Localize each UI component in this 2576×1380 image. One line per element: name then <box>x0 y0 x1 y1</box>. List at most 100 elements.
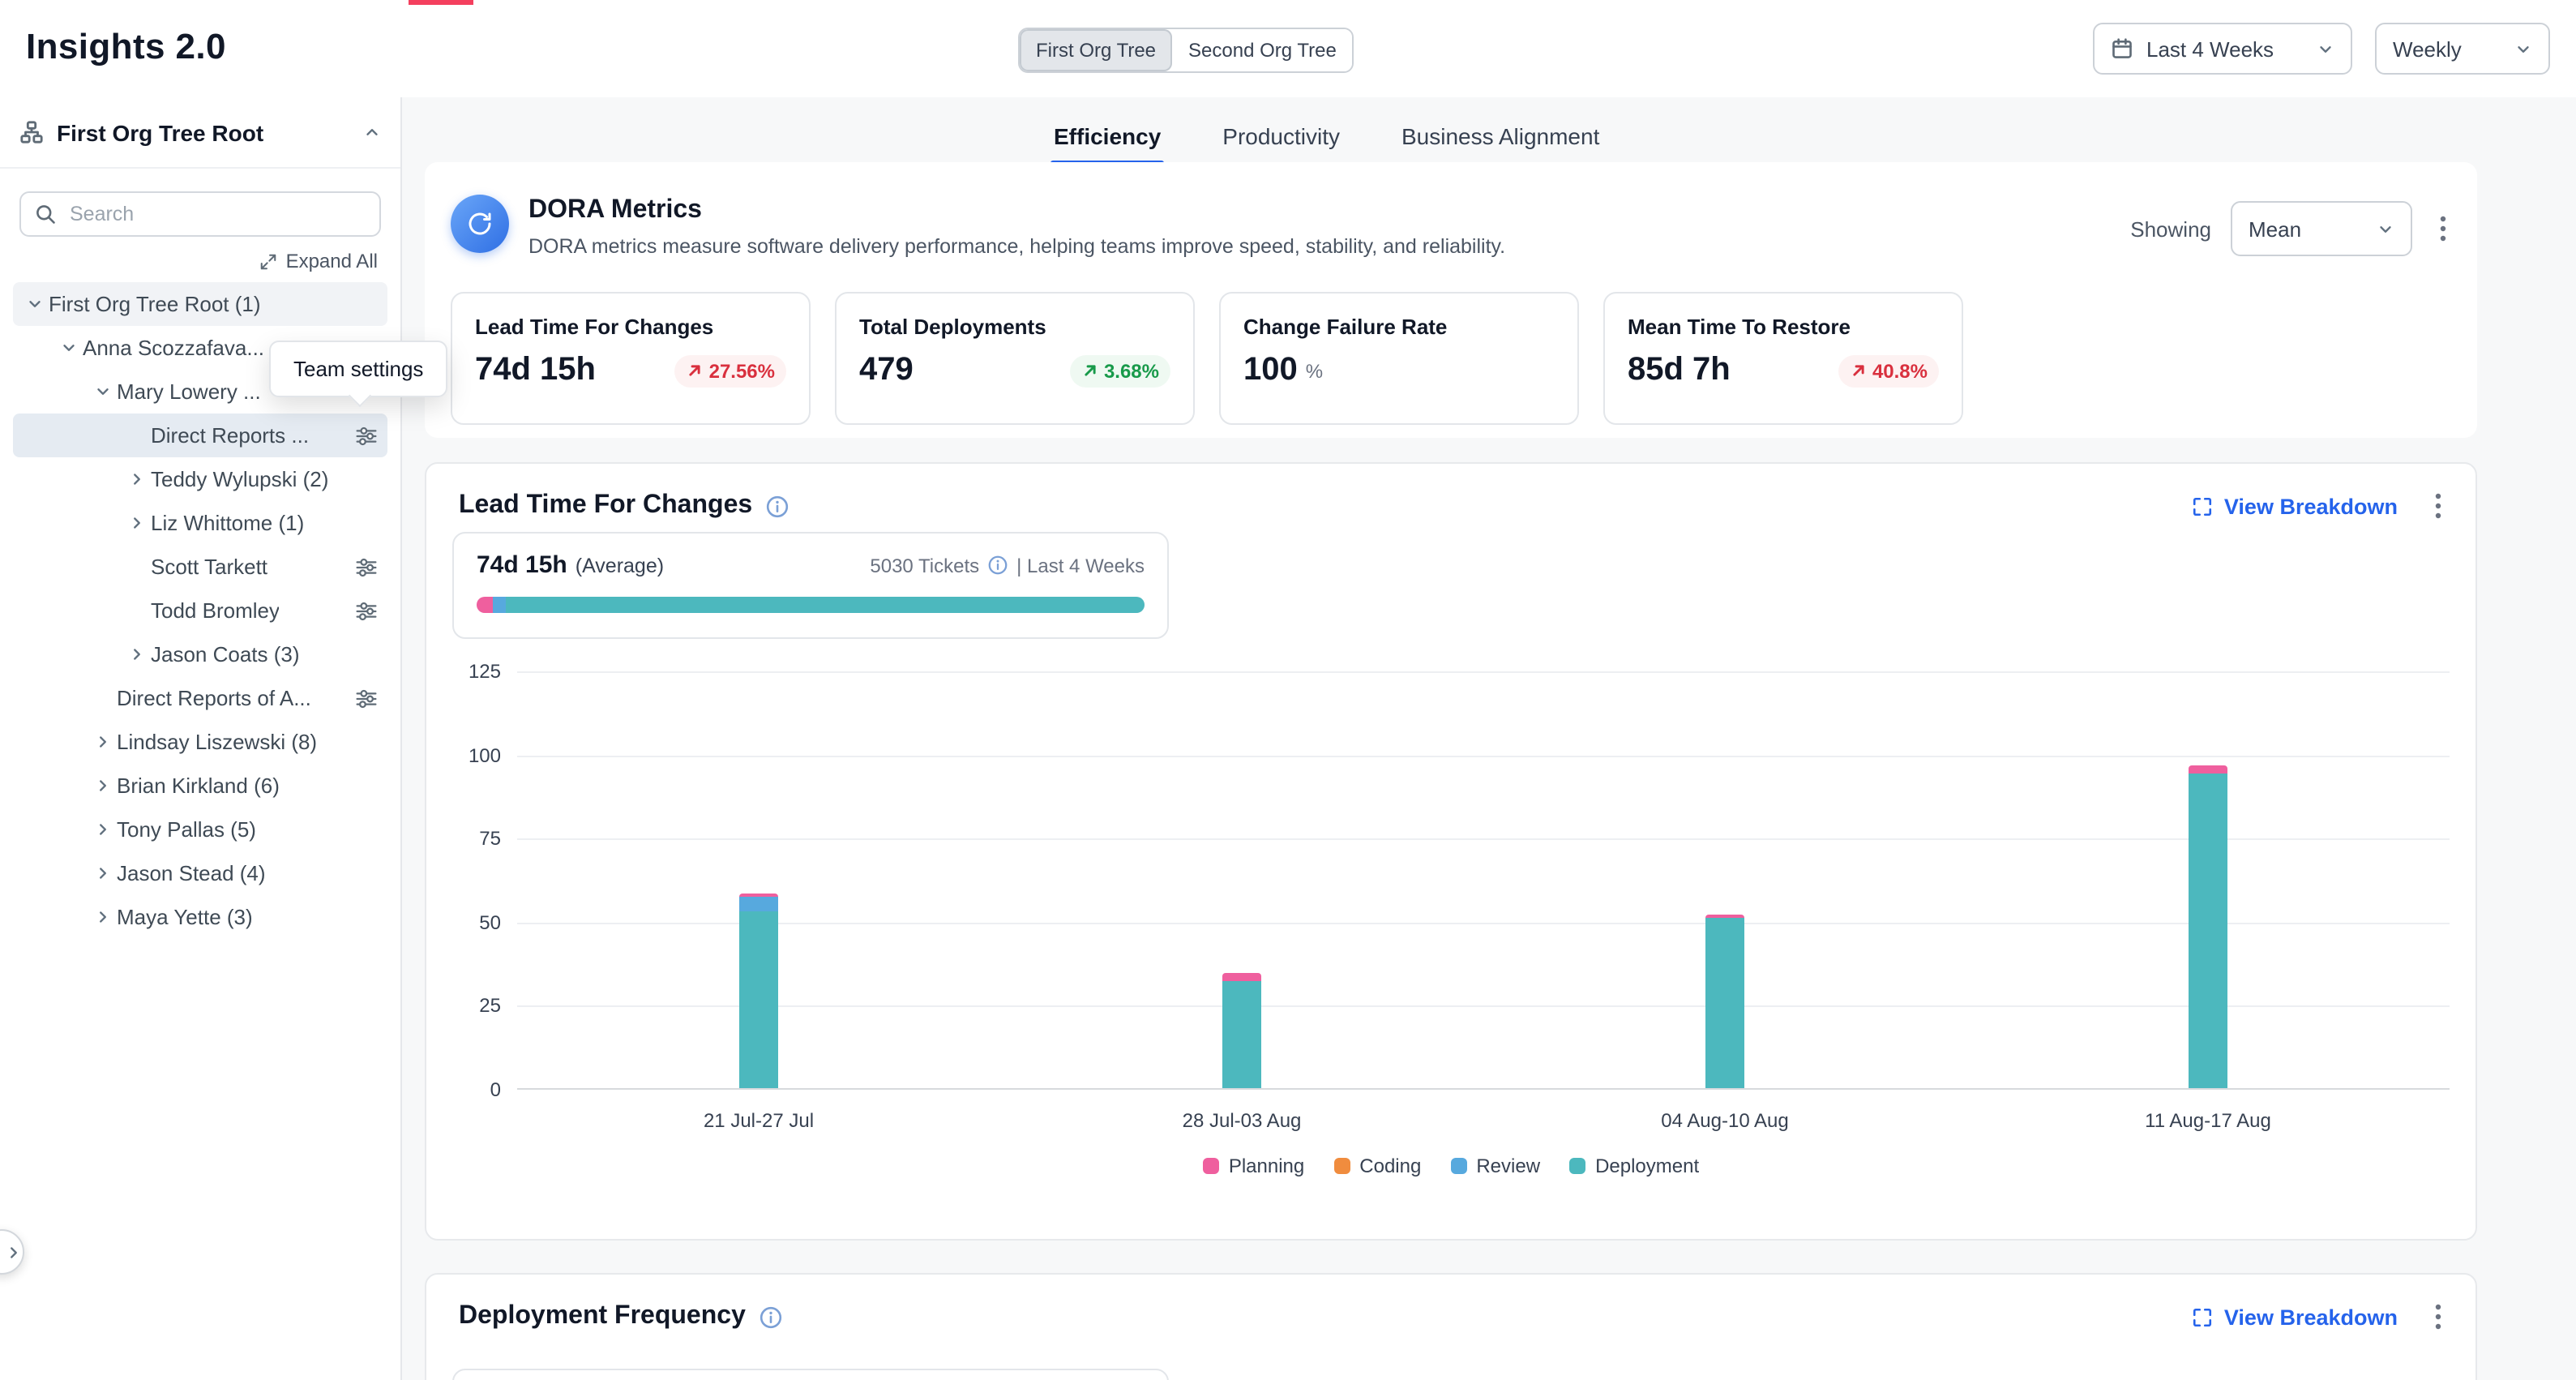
legend-deployment: Deployment <box>1569 1155 1699 1177</box>
tree-item-liz-whittome-1[interactable]: Liz Whittome (1) <box>13 501 387 545</box>
expand-all-button[interactable]: Expand All <box>260 250 378 272</box>
chevron-down-icon[interactable] <box>53 339 83 357</box>
tab-efficiency[interactable]: Efficiency <box>1051 114 1164 165</box>
legend-swatch <box>1450 1158 1466 1174</box>
chevron-right-icon[interactable] <box>88 733 117 751</box>
chevron-down-icon[interactable] <box>19 295 49 313</box>
insights-app: Insights 2.0 First Org Tree Second Org T… <box>0 0 2576 1380</box>
chevron-right-icon <box>5 1243 23 1261</box>
calendar-icon <box>2111 37 2133 60</box>
info-icon[interactable] <box>759 1305 783 1329</box>
lead-time-summary-card: 74d 15h (Average) 5030 Tickets | Last 4 … <box>452 532 1169 639</box>
chart-legend: Planning Coding Review Deployment <box>452 1155 2450 1177</box>
chevron-down-icon <box>2514 40 2532 58</box>
tree-item-jason-coats-3[interactable]: Jason Coats (3) <box>13 632 387 676</box>
tree-item-direct-reports-of-a[interactable]: Direct Reports of A... <box>13 676 387 720</box>
y-tick-0: 0 <box>490 1078 501 1101</box>
y-tick-25: 25 <box>479 995 501 1018</box>
info-icon[interactable] <box>987 555 1008 576</box>
legend-planning: Planning <box>1203 1155 1304 1177</box>
deployment-view-breakdown[interactable]: View Breakdown <box>2192 1305 2398 1329</box>
distribution-review <box>493 597 506 613</box>
bar-21-jul-27-jul-review[interactable] <box>739 898 778 911</box>
metric-unit: % <box>1306 359 1323 382</box>
tree-item-label: Tony Pallas (5) <box>117 817 256 842</box>
main-content: Efficiency Productivity Business Alignme… <box>402 97 2576 1380</box>
bar-11-aug-17-aug-planning[interactable] <box>2189 765 2227 774</box>
metric-delta-badge: 27.56% <box>675 354 786 387</box>
search-icon <box>34 203 57 225</box>
bar-28-jul-03-aug-deployment[interactable] <box>1222 981 1261 1088</box>
metric-title: Change Failure Rate <box>1243 315 1555 339</box>
search-input[interactable] <box>19 191 381 237</box>
tree-item-direct-reports[interactable]: Direct Reports ... <box>13 414 387 457</box>
tree-item-teddy-wylupski-2[interactable]: Teddy Wylupski (2) <box>13 457 387 501</box>
metric-value: 100 <box>1243 352 1298 389</box>
trend-up-arrow-icon <box>687 362 704 379</box>
main-tabs: Efficiency Productivity Business Alignme… <box>1051 114 1603 165</box>
metric-value: 74d 15h <box>475 352 596 389</box>
lead-time-menu-button[interactable] <box>2427 490 2450 522</box>
chevron-right-icon[interactable] <box>88 864 117 882</box>
legend-label: Review <box>1476 1155 1540 1177</box>
dora-icon <box>451 195 509 253</box>
info-icon[interactable] <box>765 494 789 518</box>
metric-title: Total Deployments <box>859 315 1170 339</box>
metric-delta-badge: 40.8% <box>1838 354 1939 387</box>
bar-21-jul-27-jul-deployment[interactable] <box>739 911 778 1088</box>
tree-item-label: Teddy Wylupski (2) <box>151 467 328 491</box>
chevron-right-icon[interactable] <box>122 514 151 532</box>
granularity-select[interactable]: Weekly <box>2375 23 2550 75</box>
team-settings-icon[interactable] <box>355 555 387 578</box>
chevron-right-icon[interactable] <box>122 645 151 663</box>
y-tick-50: 50 <box>479 911 501 934</box>
team-settings-icon[interactable] <box>355 424 387 447</box>
tree-item-maya-yette-3[interactable]: Maya Yette (3) <box>13 895 387 939</box>
metric-title: Mean Time To Restore <box>1628 315 1939 339</box>
tree-item-first-org-tree-root-1[interactable]: First Org Tree Root (1) <box>13 282 387 326</box>
team-settings-icon[interactable] <box>355 687 387 709</box>
chevron-right-icon[interactable] <box>122 470 151 488</box>
chevron-right-icon[interactable] <box>88 821 117 838</box>
toggle-first-org-tree[interactable]: First Org Tree <box>1020 29 1172 71</box>
aggregation-select[interactable]: Mean <box>2231 201 2412 256</box>
collapse-panel-icon[interactable] <box>363 123 381 141</box>
legend-review: Review <box>1450 1155 1540 1177</box>
tree-item-label: Jason Stead (4) <box>117 861 266 885</box>
tree-item-label: Mary Lowery ... <box>117 379 261 404</box>
vertical-ellipsis-icon <box>2435 1304 2441 1330</box>
bar-28-jul-03-aug-planning[interactable] <box>1222 973 1261 981</box>
chevron-down-icon[interactable] <box>88 383 117 401</box>
org-tree-sidebar: First Org Tree Root Expand All First Org… <box>0 97 402 1380</box>
tree-item-tony-pallas-5[interactable]: Tony Pallas (5) <box>13 808 387 851</box>
expand-corners-icon <box>2192 495 2213 516</box>
summary-suffix: (Average) <box>576 554 664 576</box>
deployment-menu-button[interactable] <box>2427 1301 2450 1333</box>
legend-swatch <box>1203 1158 1219 1174</box>
dora-metrics-panel: DORA Metrics DORA metrics measure softwa… <box>425 162 2477 438</box>
team-settings-icon[interactable] <box>355 599 387 622</box>
y-tick-125: 125 <box>469 660 501 683</box>
chevron-right-icon[interactable] <box>88 777 117 795</box>
tab-productivity[interactable]: Productivity <box>1219 114 1343 165</box>
chevron-right-icon[interactable] <box>88 908 117 926</box>
bar-04-aug-10-aug-deployment[interactable] <box>1705 918 1744 1089</box>
tree-item-todd-bromley[interactable]: Todd Bromley <box>13 589 387 632</box>
legend-label: Coding <box>1359 1155 1421 1177</box>
tree-item-label: First Org Tree Root (1) <box>49 292 261 316</box>
distribution-planning <box>477 597 493 613</box>
tab-business-alignment[interactable]: Business Alignment <box>1398 114 1603 165</box>
tree-item-lindsay-liszewski-8[interactable]: Lindsay Liszewski (8) <box>13 720 387 764</box>
bar-04-aug-10-aug-planning[interactable] <box>1705 914 1744 917</box>
bar-11-aug-17-aug-deployment[interactable] <box>2189 774 2227 1088</box>
bar-21-jul-27-jul-planning[interactable] <box>739 894 778 898</box>
tree-item-label: Direct Reports ... <box>151 423 309 448</box>
tree-item-jason-stead-4[interactable]: Jason Stead (4) <box>13 851 387 895</box>
dora-menu-button[interactable] <box>2432 212 2454 245</box>
date-range-select[interactable]: Last 4 Weeks <box>2093 23 2352 75</box>
tree-item-scott-tarkett[interactable]: Scott Tarkett <box>13 545 387 589</box>
tree-item-brian-kirkland-6[interactable]: Brian Kirkland (6) <box>13 764 387 808</box>
lead-time-view-breakdown[interactable]: View Breakdown <box>2192 494 2398 518</box>
chevron-down-icon <box>2317 40 2334 58</box>
toggle-second-org-tree[interactable]: Second Org Tree <box>1172 29 1353 71</box>
